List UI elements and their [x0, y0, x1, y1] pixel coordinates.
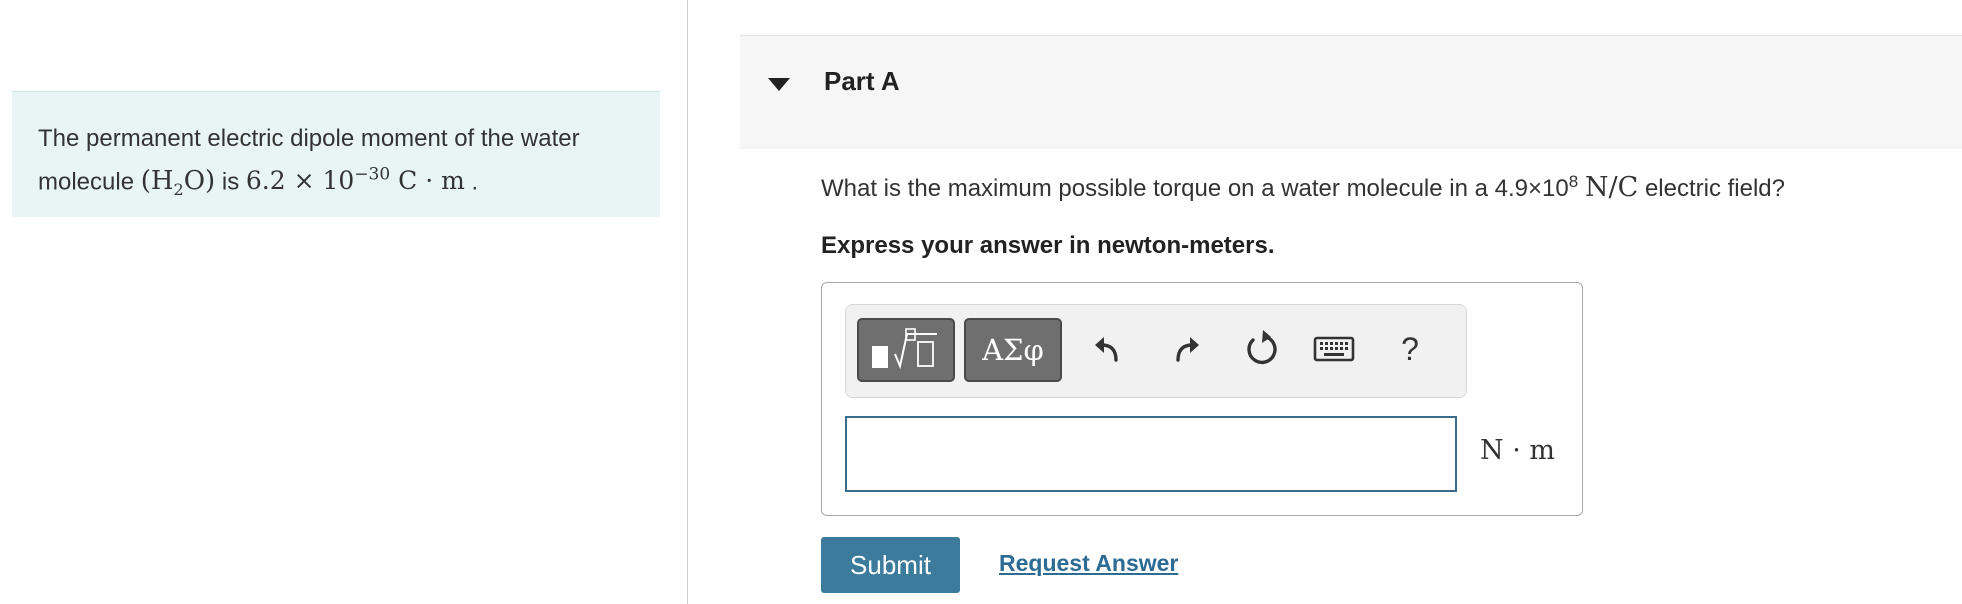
- intro-line-1: The permanent electric dipole moment of …: [38, 125, 580, 152]
- templates-button[interactable]: [857, 318, 955, 382]
- intro-molecule-label: molecule: [38, 168, 135, 196]
- column-divider: [687, 0, 688, 604]
- molecule-formula: (H2O): [140, 166, 216, 200]
- intro-line-2: molecule (H2O) is 6.2 × 10−30 C · m .: [38, 157, 634, 209]
- symbols-button[interactable]: ΑΣφ: [964, 318, 1062, 382]
- request-answer-link[interactable]: Request Answer: [999, 550, 1178, 577]
- math-toolbar: ΑΣφ ?: [845, 304, 1467, 398]
- field-value: 4.9×108: [1494, 172, 1579, 202]
- answer-instruction: Express your answer in newton-meters.: [821, 232, 1275, 259]
- question-suffix: electric field?: [1644, 175, 1785, 202]
- problem-intro: The permanent electric dipole moment of …: [12, 91, 660, 217]
- question-text: What is the maximum possible torque on a…: [821, 172, 1785, 203]
- answer-unit: N · m: [1480, 435, 1555, 466]
- submit-button[interactable]: Submit: [821, 537, 960, 593]
- part-title: Part A: [824, 66, 900, 96]
- undo-icon[interactable]: [1086, 327, 1130, 371]
- keyboard-icon[interactable]: [1312, 327, 1356, 371]
- field-unit: N/C: [1584, 172, 1639, 203]
- reset-icon[interactable]: [1238, 327, 1282, 371]
- intro-period: .: [471, 168, 479, 196]
- question-prefix: What is the maximum possible torque on a…: [821, 175, 1488, 202]
- answer-container: ΑΣφ ? N · m: [821, 282, 1583, 516]
- collapse-caret-icon[interactable]: [768, 78, 790, 91]
- intro-is: is: [221, 168, 240, 196]
- answer-input[interactable]: [845, 416, 1457, 492]
- part-header: Part A: [740, 35, 1962, 149]
- dipole-moment-value: 6.2 × 10−30 C · m: [245, 165, 465, 196]
- help-button[interactable]: ?: [1388, 329, 1432, 373]
- templates-root-icon: [872, 328, 937, 370]
- redo-icon[interactable]: [1164, 327, 1208, 371]
